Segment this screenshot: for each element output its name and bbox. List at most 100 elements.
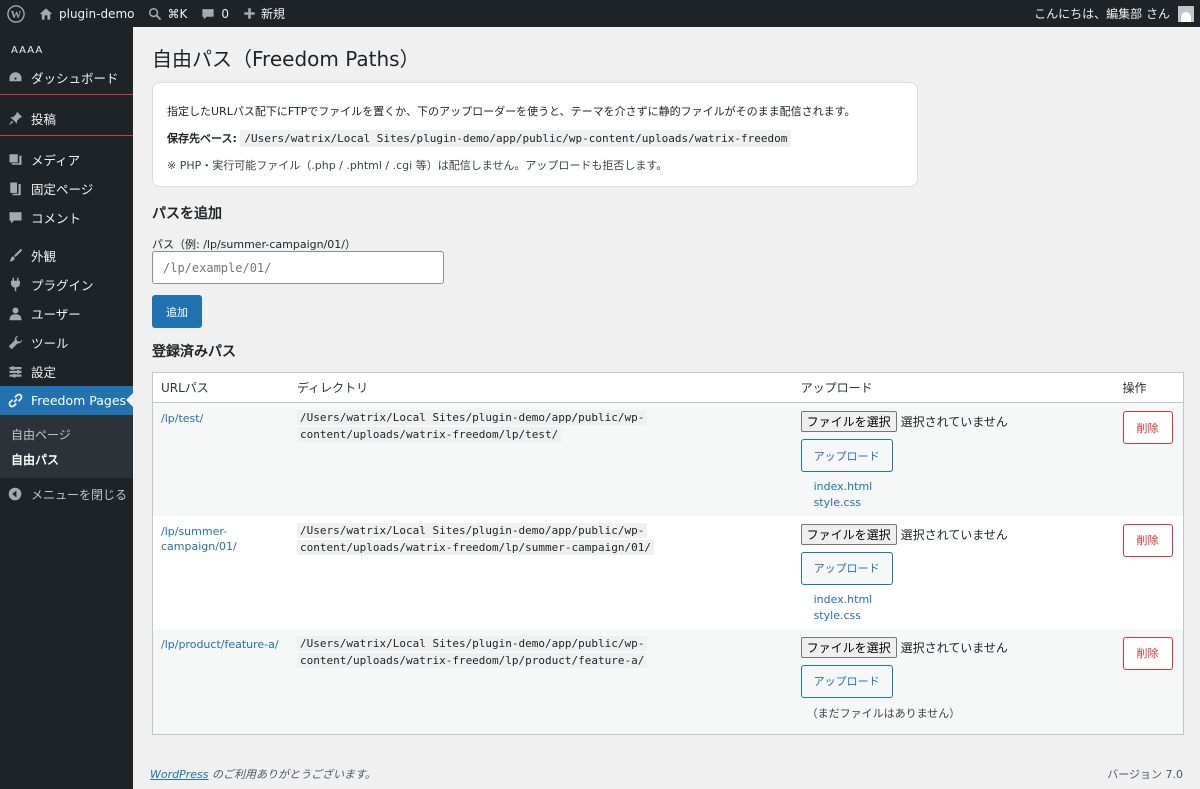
- collapse-menu-button[interactable]: メニューを閉じる: [0, 480, 133, 508]
- menu-freedom-pages-label: Freedom Pages: [31, 393, 127, 408]
- settings-icon: [9, 366, 22, 378]
- media-icon: [9, 154, 22, 165]
- command-palette-button[interactable]: ⌘K: [141, 0, 194, 27]
- table-row: /lp/summer-campaign/01/ /Users/watrix/Lo…: [153, 516, 1184, 629]
- new-content-link[interactable]: 新規: [236, 0, 292, 27]
- file-status: 選択されていません: [900, 415, 1008, 429]
- directory-cell: /Users/watrix/Local Sites/plugin-demo/ap…: [289, 516, 793, 629]
- base-path-label: 保存先ベース:: [167, 132, 237, 145]
- menu-posts[interactable]: 投稿: [0, 104, 133, 133]
- site-name: plugin-demo: [59, 6, 135, 21]
- directory-line: content/uploads/watrix-freedom/lp/produc…: [297, 652, 648, 668]
- directory-cell: /Users/watrix/Local Sites/plugin-demo/ap…: [289, 402, 793, 516]
- wrench-icon: [8, 335, 23, 350]
- url-path-link[interactable]: /lp/test/: [161, 411, 271, 426]
- directory-line: /Users/watrix/Local Sites/plugin-demo/ap…: [297, 410, 648, 425]
- base-path-value: /Users/watrix/Local Sites/plugin-demo/ap…: [240, 130, 792, 147]
- notice-base-path: 保存先ベース: /Users/watrix/Local Sites/plugin…: [167, 130, 903, 147]
- greeting: こんにちは、編集部 さん: [1034, 7, 1170, 21]
- menu-plugins[interactable]: プラグイン: [0, 270, 133, 299]
- file-list: index.html style.css: [814, 479, 1101, 511]
- file-link[interactable]: index.html: [814, 479, 1101, 495]
- my-account[interactable]: こんにちは、編集部 さん: [1027, 0, 1200, 27]
- table-row: /lp/product/feature-a/ /Users/watrix/Loc…: [152, 628, 1184, 735]
- admin-sidebar: AAAA ダッシュボード 投稿 メディア 固定ページ コメント 外観 プラグイン…: [0, 27, 133, 789]
- url-path-link[interactable]: /lp/product/feature-a/: [161, 637, 281, 652]
- file-link[interactable]: style.css: [814, 495, 1101, 511]
- path-field-label: パス（例: /lp/summer-campaign/01/）: [152, 238, 356, 251]
- directory-line: /Users/watrix/Local Sites/plugin-demo/ap…: [297, 635, 648, 651]
- directory-line: /Users/watrix/Local Sites/plugin-demo/ap…: [297, 522, 648, 538]
- add-path-button[interactable]: 追加: [152, 295, 202, 328]
- menu-dashboard[interactable]: ダッシュボード: [0, 63, 133, 92]
- submenu-freedom-pages[interactable]: 自由ページ: [0, 422, 133, 447]
- upload-button[interactable]: アップロード: [800, 664, 893, 698]
- menu-posts-label: 投稿: [31, 112, 57, 127]
- file-link[interactable]: style.css: [814, 608, 1101, 624]
- menu-users-label: ユーザー: [31, 307, 81, 322]
- site-link[interactable]: plugin-demo: [32, 0, 141, 27]
- comments-link[interactable]: 0: [194, 0, 236, 27]
- menu-comments-label: コメント: [31, 211, 82, 226]
- file-link[interactable]: index.html: [814, 592, 1101, 608]
- column-directory: ディレクトリ: [289, 372, 793, 403]
- url-path-link[interactable]: /lp/summer-campaign/01/: [161, 524, 271, 554]
- menu-tools[interactable]: ツール: [0, 328, 133, 357]
- dashboard-icon: [9, 72, 22, 82]
- menu-pages[interactable]: 固定ページ: [0, 174, 133, 203]
- plugin-icon: [11, 277, 20, 292]
- choose-file-button[interactable]: ファイルを選択: [800, 636, 897, 658]
- upload-cell: ファイルを選択 選択されていません アップロード index.html styl…: [793, 516, 1115, 629]
- admin-bar: W plugin-demo ⌘K 0 新規 こんにちは、編集部 さん: [0, 0, 1200, 27]
- menu-media[interactable]: メディア: [0, 145, 133, 174]
- plus-icon: [244, 8, 255, 19]
- file-status: 選択されていません: [900, 640, 1008, 655]
- menu-settings[interactable]: 設定: [0, 357, 133, 386]
- table-header-row: URLパス ディレクトリ アップロード 操作: [152, 372, 1184, 403]
- comment-bubble-icon: [202, 8, 214, 20]
- collapse-arrow-icon: [8, 487, 22, 501]
- svg-text:W: W: [11, 9, 22, 21]
- pin-icon: [8, 111, 23, 126]
- add-path-heading: パスを追加: [152, 206, 222, 222]
- main-content: 自由パス（Freedom Paths） 指定したURLパス配下にFTPでファイル…: [133, 27, 1200, 789]
- page-icon: [10, 182, 21, 196]
- comments-count: 0: [221, 6, 229, 21]
- menu-plugins-label: プラグイン: [31, 278, 94, 293]
- wordpress-link[interactable]: WordPress: [150, 768, 209, 781]
- submenu-freedom-paths[interactable]: 自由パス: [0, 447, 133, 472]
- shortcut-label: ⌘K: [167, 6, 188, 21]
- delete-button[interactable]: 削除: [1122, 523, 1173, 557]
- menu-appearance-label: 外観: [31, 249, 57, 264]
- path-input[interactable]: [152, 251, 444, 284]
- menu-comments[interactable]: コメント: [0, 203, 133, 232]
- menu-appearance[interactable]: 外観: [0, 241, 133, 270]
- column-upload: アップロード: [792, 372, 1115, 403]
- menu-users[interactable]: ユーザー: [0, 299, 133, 328]
- notice-warning: ※ PHP・実行可能ファイル（.php / .phtml / .cgi 等）は配…: [167, 159, 668, 172]
- menu-freedom-pages[interactable]: Freedom Pages: [0, 386, 133, 415]
- upload-button[interactable]: アップロード: [800, 551, 893, 585]
- choose-file-button[interactable]: ファイルを選択: [800, 411, 897, 432]
- no-files-message: （まだファイルはありません）: [806, 706, 961, 720]
- menu-media-label: メディア: [31, 153, 81, 168]
- wordpress-logo-icon[interactable]: W: [0, 0, 32, 27]
- delete-button[interactable]: 削除: [1122, 636, 1173, 670]
- registered-paths-table: URLパス ディレクトリ アップロード 操作 /lp/test/ /Users/…: [152, 372, 1184, 735]
- info-notice: 指定したURLパス配下にFTPでファイルを置くか、下のアップローダーを使うと、テ…: [152, 82, 918, 187]
- menu-settings-label: 設定: [31, 365, 57, 380]
- collapse-menu-label: メニューを閉じる: [31, 487, 128, 502]
- upload-cell: ファイルを選択 選択されていません アップロード index.html styl…: [792, 402, 1115, 516]
- file-status: 選択されていません: [900, 527, 1008, 542]
- user-icon: [9, 307, 22, 321]
- delete-button[interactable]: 削除: [1122, 411, 1173, 444]
- site-title: AAAA: [11, 45, 44, 56]
- footer-thanks: WordPress のご利用ありがとうございます。: [150, 766, 376, 782]
- search-icon: [149, 7, 162, 20]
- menu-tools-label: ツール: [31, 336, 69, 351]
- menu-pages-label: 固定ページ: [31, 182, 94, 197]
- upload-button[interactable]: アップロード: [800, 439, 893, 472]
- link-icon: [8, 393, 23, 408]
- choose-file-button[interactable]: ファイルを選択: [800, 523, 897, 545]
- directory-cell: /Users/watrix/Local Sites/plugin-demo/ap…: [289, 628, 793, 735]
